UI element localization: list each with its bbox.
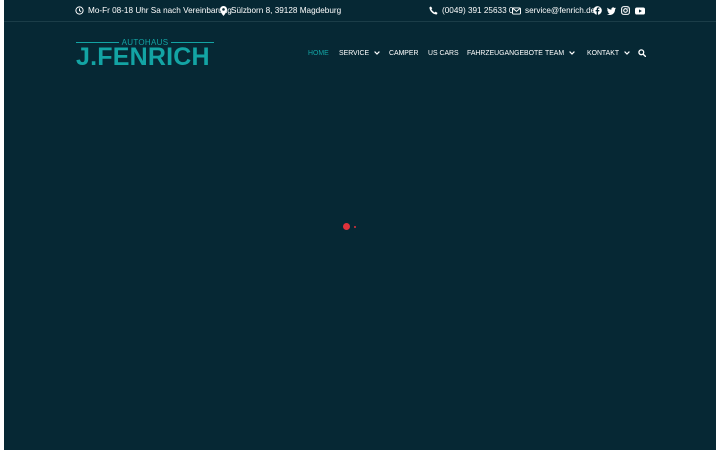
chevron-down-icon [374, 51, 380, 55]
opening-hours-text: Mo-Fr 08-18 Uhr Sa nach Vereinbarung [88, 6, 232, 15]
instagram-icon [621, 6, 630, 15]
nav-item-label: SERVICE [339, 49, 370, 57]
nav-item-kontakt[interactable]: KONTAKT [587, 46, 630, 60]
nav-item-label: FAHRZEUGANGEBOTE [467, 49, 543, 57]
facebook-icon [593, 6, 602, 15]
email[interactable]: service@fenrich.de [512, 0, 595, 21]
search-button[interactable] [638, 46, 646, 60]
page: Mo-Fr 08-18 Uhr Sa nach Vereinbarung Sül… [4, 0, 716, 450]
twitter-icon [607, 6, 616, 15]
nav-item-fahrzeugangebote[interactable]: FAHRZEUGANGEBOTE [467, 46, 543, 60]
phone-text: (0049) 391 25633 0 [442, 6, 514, 15]
phone-icon [429, 6, 438, 15]
twitter-link[interactable] [607, 0, 616, 21]
nav-item-service[interactable]: SERVICE [339, 46, 380, 60]
nav-item-us-cars[interactable]: US CARS [428, 46, 459, 60]
youtube-link[interactable] [635, 0, 645, 21]
email-text: service@fenrich.de [525, 6, 596, 15]
nav-item-label: KONTAKT [587, 49, 620, 57]
map-pin-icon [220, 5, 227, 16]
opening-hours: Mo-Fr 08-18 Uhr Sa nach Vereinbarung [75, 0, 232, 21]
nav-item-label: CAMPER [389, 49, 419, 57]
search-icon [638, 49, 646, 57]
main-nav: HOME SERVICE CAMPER US CARS FAHRZEUGANGE… [4, 46, 716, 60]
address[interactable]: Sülzborn 8, 39128 Magdeburg [220, 0, 341, 21]
facebook-link[interactable] [593, 0, 602, 21]
chevron-down-icon [569, 51, 575, 55]
nav-item-camper[interactable]: CAMPER [389, 46, 418, 60]
loading-indicator-dot [343, 223, 350, 230]
top-bar: Mo-Fr 08-18 Uhr Sa nach Vereinbarung Sül… [4, 0, 716, 22]
loading-indicator-dot-small [354, 225, 356, 228]
nav-item-label: TEAM [545, 49, 565, 57]
nav-item-label: US CARS [428, 49, 459, 57]
youtube-icon [635, 7, 645, 14]
nav-item-team[interactable]: TEAM [545, 46, 575, 60]
clock-icon [75, 6, 84, 15]
nav-item-label: HOME [308, 49, 329, 57]
chevron-down-icon [624, 51, 630, 55]
phone[interactable]: (0049) 391 25633 0 [429, 0, 513, 21]
instagram-link[interactable] [621, 0, 630, 21]
address-text: Sülzborn 8, 39128 Magdeburg [231, 6, 342, 15]
nav-item-home[interactable]: HOME [308, 46, 329, 60]
envelope-icon [512, 6, 521, 15]
